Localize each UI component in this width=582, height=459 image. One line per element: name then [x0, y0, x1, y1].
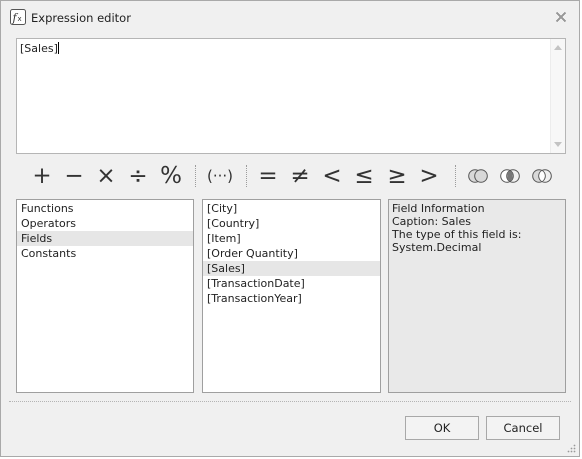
equals-button[interactable]: =: [254, 159, 282, 193]
not-equals-button[interactable]: ≠: [286, 159, 314, 193]
toolbar-separator: [195, 165, 196, 187]
field-item[interactable]: [Item]: [203, 231, 380, 246]
editor-scrollbar[interactable]: [550, 39, 565, 153]
field-list: [City] [Country] [Item] [Order Quantity] [Sa…: [202, 199, 381, 393]
category-list: Functions Operators Fields Constants: [16, 199, 194, 393]
function-icon: f x: [10, 9, 26, 25]
toolbar-separator: [246, 165, 247, 187]
plus-button[interactable]: +: [28, 159, 56, 193]
window-title: Expression editor: [31, 11, 131, 25]
svg-text:x: x: [18, 15, 22, 23]
scroll-down-icon[interactable]: [554, 142, 562, 147]
less-or-equal-button[interactable]: ≤: [350, 159, 378, 193]
greater-than-button[interactable]: >: [415, 159, 443, 193]
category-item[interactable]: Fields: [17, 231, 193, 246]
category-item[interactable]: Operators: [17, 216, 193, 231]
resize-grip-icon[interactable]: [566, 443, 576, 453]
field-item[interactable]: [Order Quantity]: [203, 246, 380, 261]
minus-button[interactable]: −: [60, 159, 88, 193]
ok-button[interactable]: OK: [405, 416, 479, 440]
divide-button[interactable]: ÷: [124, 159, 152, 193]
expression-editor-dialog: f x Expression editor [Sales] + − × ÷ % …: [0, 0, 580, 457]
field-item[interactable]: [Sales]: [203, 261, 380, 276]
less-than-button[interactable]: <: [318, 159, 346, 193]
title-bar: f x Expression editor: [1, 1, 579, 35]
greater-or-equal-button[interactable]: ≥: [383, 159, 411, 193]
field-item[interactable]: [TransactionYear]: [203, 291, 380, 306]
footer-divider: [9, 401, 571, 402]
text-caret: [57, 42, 59, 54]
cancel-button[interactable]: Cancel: [486, 416, 560, 440]
venn-union-icon[interactable]: [467, 168, 489, 184]
info-line: System.Decimal: [392, 241, 482, 254]
venn-intersect-icon[interactable]: [499, 168, 521, 184]
info-line: Caption: Sales: [392, 215, 471, 228]
category-item[interactable]: Functions: [17, 201, 193, 216]
scroll-up-icon[interactable]: [554, 45, 562, 50]
info-line: The type of this field is:: [392, 228, 522, 241]
parentheses-button[interactable]: (···): [206, 159, 234, 193]
expression-text: [Sales]: [20, 42, 58, 55]
toolbar-separator: [455, 165, 456, 187]
field-item[interactable]: [City]: [203, 201, 380, 216]
field-item[interactable]: [Country]: [203, 216, 380, 231]
expression-input[interactable]: [Sales]: [16, 38, 566, 154]
close-icon[interactable]: [555, 11, 567, 23]
operator-toolbar: + − × ÷ % (···) = ≠ < ≤ ≥ >: [15, 159, 567, 193]
multiply-button[interactable]: ×: [92, 159, 120, 193]
field-info-panel: Field Information Caption: Sales The type …: [388, 199, 566, 393]
modulo-button[interactable]: %: [157, 159, 185, 193]
category-item[interactable]: Constants: [17, 246, 193, 261]
field-item[interactable]: [TransactionDate]: [203, 276, 380, 291]
venn-difference-icon[interactable]: [531, 168, 553, 184]
info-line: Field Information: [392, 202, 485, 215]
